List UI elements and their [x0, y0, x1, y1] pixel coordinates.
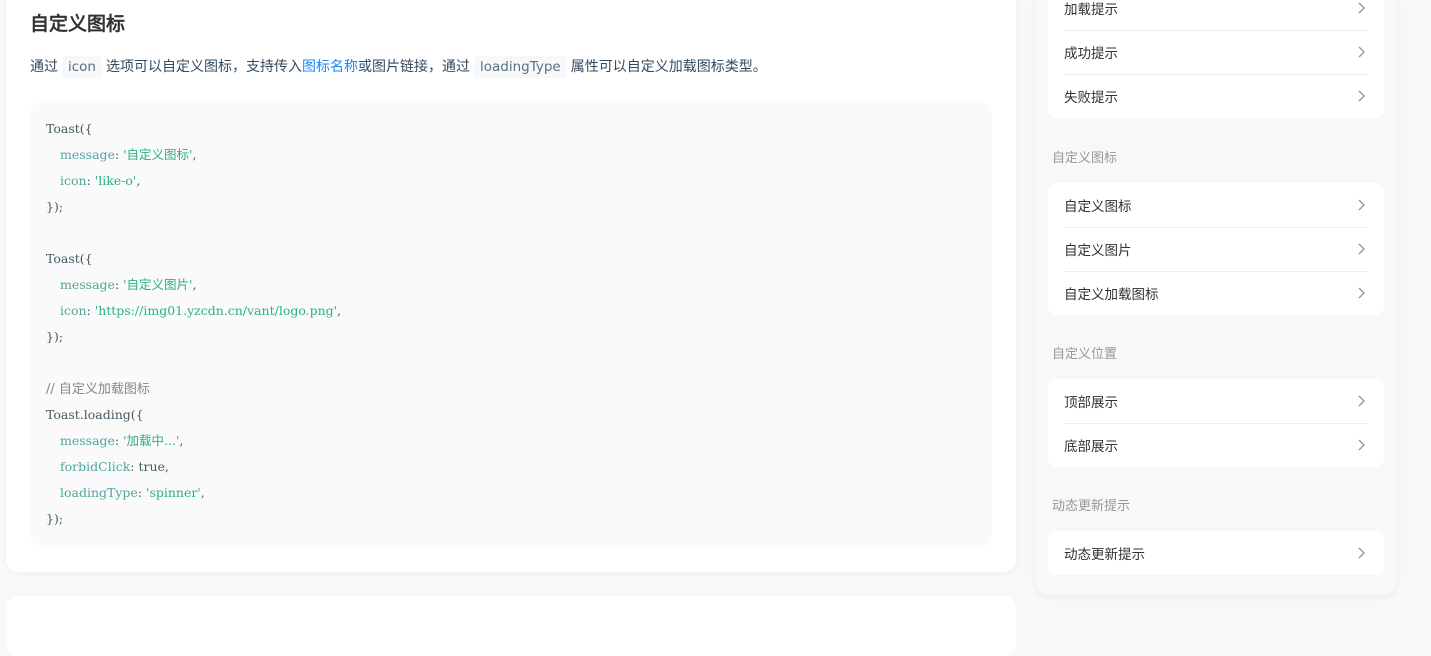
code-line: loadingType: 'spinner', — [60, 485, 205, 500]
group-custom-position: 顶部展示 底部展示 — [1048, 379, 1384, 467]
group-title-dynamic-update: 动态更新提示 — [1052, 499, 1131, 514]
cell-label: 底部展示 — [1064, 439, 1118, 455]
section-description: 通过 icon 选项可以自定义图标，支持传入图标名称或图片链接，通过 loadingT… — [30, 54, 767, 80]
group-basic: 加载提示 成功提示 失败提示 — [1048, 0, 1384, 118]
doc-card-custom-icon: 自定义图标 通过 icon 选项可以自定义图标，支持传入图标名称或图片链接，通过 lo… — [6, 0, 1016, 572]
cell-label: 自定义图片 — [1064, 243, 1132, 259]
cell-custom-image[interactable]: 自定义图片 — [1048, 227, 1384, 271]
group-custom-icon: 自定义图标 自定义图片 自定义加载图标 — [1048, 183, 1384, 315]
group-title-custom-icon: 自定义图标 — [1052, 151, 1118, 166]
chevron-right-icon — [1358, 547, 1365, 559]
chevron-right-icon — [1358, 46, 1365, 58]
code-line: Toast.loading({ — [46, 407, 144, 422]
inline-code-icon: icon — [62, 56, 102, 78]
desc-text: 选项可以自定义图标，支持传入 — [106, 59, 302, 75]
cell-label: 成功提示 — [1064, 46, 1118, 62]
chevron-right-icon — [1358, 90, 1365, 102]
code-line: icon: 'like-o', — [60, 173, 141, 188]
cell-label: 自定义加载图标 — [1064, 287, 1159, 303]
desc-text: 属性可以自定义加载图标类型。 — [570, 59, 767, 75]
cell-top-position[interactable]: 顶部展示 — [1048, 379, 1384, 423]
cell-fail-toast[interactable]: 失败提示 — [1048, 74, 1384, 118]
code-line: }); — [46, 199, 64, 214]
code-line: }); — [46, 511, 64, 526]
group-dynamic-update: 动态更新提示 — [1048, 531, 1384, 575]
code-line: }); — [46, 329, 64, 344]
cell-label: 失败提示 — [1064, 90, 1118, 106]
cell-success-toast[interactable]: 成功提示 — [1048, 30, 1384, 74]
cell-dynamic-update[interactable]: 动态更新提示 — [1048, 531, 1384, 575]
cell-label: 动态更新提示 — [1064, 547, 1145, 563]
chevron-right-icon — [1358, 395, 1365, 407]
group-title-custom-position: 自定义位置 — [1052, 347, 1118, 362]
cell-bottom-position[interactable]: 底部展示 — [1048, 423, 1384, 467]
code-line: Toast({ — [46, 251, 93, 266]
code-line: message: '自定义图片', — [60, 277, 197, 292]
doc-card-next — [6, 596, 1016, 656]
chevron-right-icon — [1358, 439, 1365, 451]
chevron-right-icon — [1358, 243, 1365, 255]
code-comment: // 自定义加载图标 — [46, 382, 150, 397]
cell-loading-toast[interactable]: 加载提示 — [1048, 0, 1384, 30]
inline-code-loadingtype: loadingType — [474, 56, 567, 78]
code-line: forbidClick: true, — [60, 459, 169, 474]
chevron-right-icon — [1358, 199, 1365, 211]
cell-label: 加载提示 — [1064, 2, 1118, 18]
desc-text: 通过 — [30, 59, 58, 75]
code-line: message: '自定义图标', — [60, 147, 197, 162]
desc-text: 或图片链接，通过 — [358, 59, 470, 75]
section-title: 自定义图标 — [30, 13, 126, 35]
code-block: Toast({ message: '自定义图标', icon: 'like-o'… — [30, 100, 992, 548]
chevron-right-icon — [1358, 2, 1365, 14]
cell-label: 自定义图标 — [1064, 199, 1132, 215]
cell-custom-loading-icon[interactable]: 自定义加载图标 — [1048, 271, 1384, 315]
code-line: message: '加载中...', — [60, 433, 184, 448]
cell-custom-icon[interactable]: 自定义图标 — [1048, 183, 1384, 227]
demo-preview-panel: 加载提示 成功提示 失败提示 自定义图标 自定义图标 自定义图片 自定义加载图标… — [1036, 0, 1396, 595]
chevron-right-icon — [1358, 287, 1365, 299]
code-line: Toast({ — [46, 121, 93, 136]
cell-label: 顶部展示 — [1064, 395, 1118, 411]
code-line: icon: 'https://img01.yzcdn.cn/vant/logo.… — [60, 303, 342, 318]
icon-name-link[interactable]: 图标名称 — [302, 59, 358, 75]
